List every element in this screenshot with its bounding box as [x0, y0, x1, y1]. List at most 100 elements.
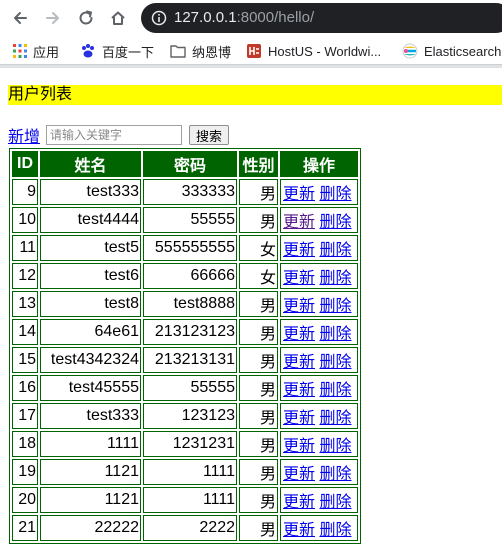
cell-actions: 更新 删除 [280, 375, 358, 401]
cell-actions: 更新 删除 [280, 291, 358, 317]
update-link[interactable]: 更新 [283, 270, 315, 287]
update-link[interactable]: 更新 [283, 326, 315, 343]
cell-id: 17 [12, 403, 38, 429]
reload-icon [79, 10, 93, 25]
address-bar[interactable]: 127.0.0.1:8000/hello/ [141, 3, 502, 33]
table-body: 9 test333 333333 男更新 删除 10 test4444 55555 男更新 删… [12, 179, 358, 541]
cell-password: 1111 [143, 487, 237, 513]
cell-sex: 男 [239, 347, 278, 373]
delete-link[interactable]: 删除 [319, 438, 351, 455]
update-link[interactable]: 更新 [283, 466, 315, 483]
cell-name: test333 [40, 403, 141, 429]
bookmark-label: Elasticsearch [424, 43, 502, 59]
delete-link[interactable]: 删除 [319, 382, 351, 399]
cell-sex: 男 [239, 515, 278, 541]
table-row: 13 test8 test8888 男更新 删除 [12, 291, 358, 317]
update-link[interactable]: 更新 [283, 186, 315, 203]
delete-link[interactable]: 删除 [319, 410, 351, 427]
cell-id: 14 [12, 319, 38, 345]
cell-sex: 男 [239, 291, 278, 317]
bookmark-label: 应用 [33, 44, 60, 60]
update-link[interactable]: 更新 [283, 494, 315, 511]
cell-password: 2222 [143, 515, 237, 541]
cell-id: 15 [12, 347, 38, 373]
cell-name: test4342324 [40, 347, 141, 373]
cell-id: 10 [12, 207, 38, 233]
cell-sex: 男 [239, 487, 278, 513]
forward-button[interactable] [41, 6, 65, 30]
delete-link[interactable]: 删除 [319, 494, 351, 511]
delete-link[interactable]: 删除 [319, 242, 351, 259]
cell-password: 1111 [143, 459, 237, 485]
cell-id: 9 [12, 179, 38, 205]
cell-password: 333333 [143, 179, 237, 205]
update-link[interactable]: 更新 [283, 214, 315, 231]
user-table: ID 姓名 密码 性别 操作 9 test333 333333 男更新 删除 10 tes… [9, 148, 361, 544]
url-text[interactable]: 127.0.0.1:8000/hello/ [174, 9, 314, 27]
bookmark-elasticsearch[interactable]: Elasticsearch [402, 42, 501, 60]
column-header-id: ID [12, 151, 38, 177]
cell-id: 18 [12, 431, 38, 457]
cell-name: test8 [40, 291, 141, 317]
cell-name: 1111 [40, 431, 141, 457]
table-row: 11 test5 555555555 女更新 删除 [12, 235, 358, 261]
page-title: 用户列表 [8, 85, 502, 105]
cell-actions: 更新 删除 [280, 347, 358, 373]
update-link[interactable]: 更新 [283, 522, 315, 539]
add-user-link[interactable]: 新增 [8, 123, 40, 147]
cell-password: test8888 [143, 291, 237, 317]
table-row: 20 1121 1111 男更新 删除 [12, 487, 358, 513]
cell-name: test333 [40, 179, 141, 205]
delete-link[interactable]: 删除 [319, 298, 351, 315]
update-link[interactable]: 更新 [283, 438, 315, 455]
cell-actions: 更新 删除 [280, 515, 358, 541]
bookmark-label: 百度一下 [102, 44, 155, 60]
update-link[interactable]: 更新 [283, 382, 315, 399]
bookmark-apps[interactable]: 应用 [13, 42, 59, 60]
update-link[interactable]: 更新 [283, 242, 315, 259]
cell-sex: 男 [239, 207, 278, 233]
home-icon [111, 11, 125, 25]
delete-link[interactable]: 删除 [319, 186, 351, 203]
search-input[interactable] [46, 125, 183, 145]
table-row: 16 test45555 55555 男更新 删除 [12, 375, 358, 401]
cell-password: 213213131 [143, 347, 237, 373]
delete-link[interactable]: 删除 [319, 354, 351, 371]
bookmark-folder-ninebot[interactable]: 纳恩博 [170, 42, 231, 60]
bookmark-hostus[interactable]: HostUS - Worldwi... [246, 42, 381, 60]
search-button[interactable]: 搜索 [189, 125, 230, 145]
back-button[interactable] [8, 6, 32, 30]
cell-name: 1121 [40, 487, 141, 513]
cell-password: 55555 [143, 375, 237, 401]
update-link[interactable]: 更新 [283, 410, 315, 427]
home-button[interactable] [106, 6, 130, 30]
table-row: 12 test6 66666 女更新 删除 [12, 263, 358, 289]
bookmarks-bar: 应用 百度一下 纳恩博 HostUS - Worldwi... Elastics… [0, 36, 502, 65]
cell-password: 213123123 [143, 319, 237, 345]
update-link[interactable]: 更新 [283, 298, 315, 315]
cell-name: 64e61 [40, 319, 141, 345]
back-arrow-icon [14, 12, 27, 24]
bookmark-baidu[interactable]: 百度一下 [80, 42, 154, 60]
reload-button[interactable] [74, 6, 98, 30]
cell-name: test4444 [40, 207, 141, 233]
baidu-paw-icon [80, 43, 96, 59]
delete-link[interactable]: 删除 [319, 326, 351, 343]
hostus-icon [246, 43, 262, 59]
bookmark-label: HostUS - Worldwi... [268, 43, 382, 59]
cell-actions: 更新 删除 [280, 235, 358, 261]
cell-id: 19 [12, 459, 38, 485]
cell-sex: 女 [239, 235, 278, 261]
column-header-actions: 操作 [280, 151, 358, 177]
table-row: 17 test333 123123 男更新 删除 [12, 403, 358, 429]
table-row: 19 1121 1111 男更新 删除 [12, 459, 358, 485]
delete-link[interactable]: 删除 [319, 214, 351, 231]
cell-password: 66666 [143, 263, 237, 289]
delete-link[interactable]: 删除 [319, 466, 351, 483]
info-icon[interactable] [151, 10, 167, 26]
column-header-sex: 性别 [239, 151, 278, 177]
delete-link[interactable]: 删除 [319, 522, 351, 539]
forward-arrow-icon [46, 12, 59, 24]
update-link[interactable]: 更新 [283, 354, 315, 371]
delete-link[interactable]: 删除 [319, 270, 351, 287]
